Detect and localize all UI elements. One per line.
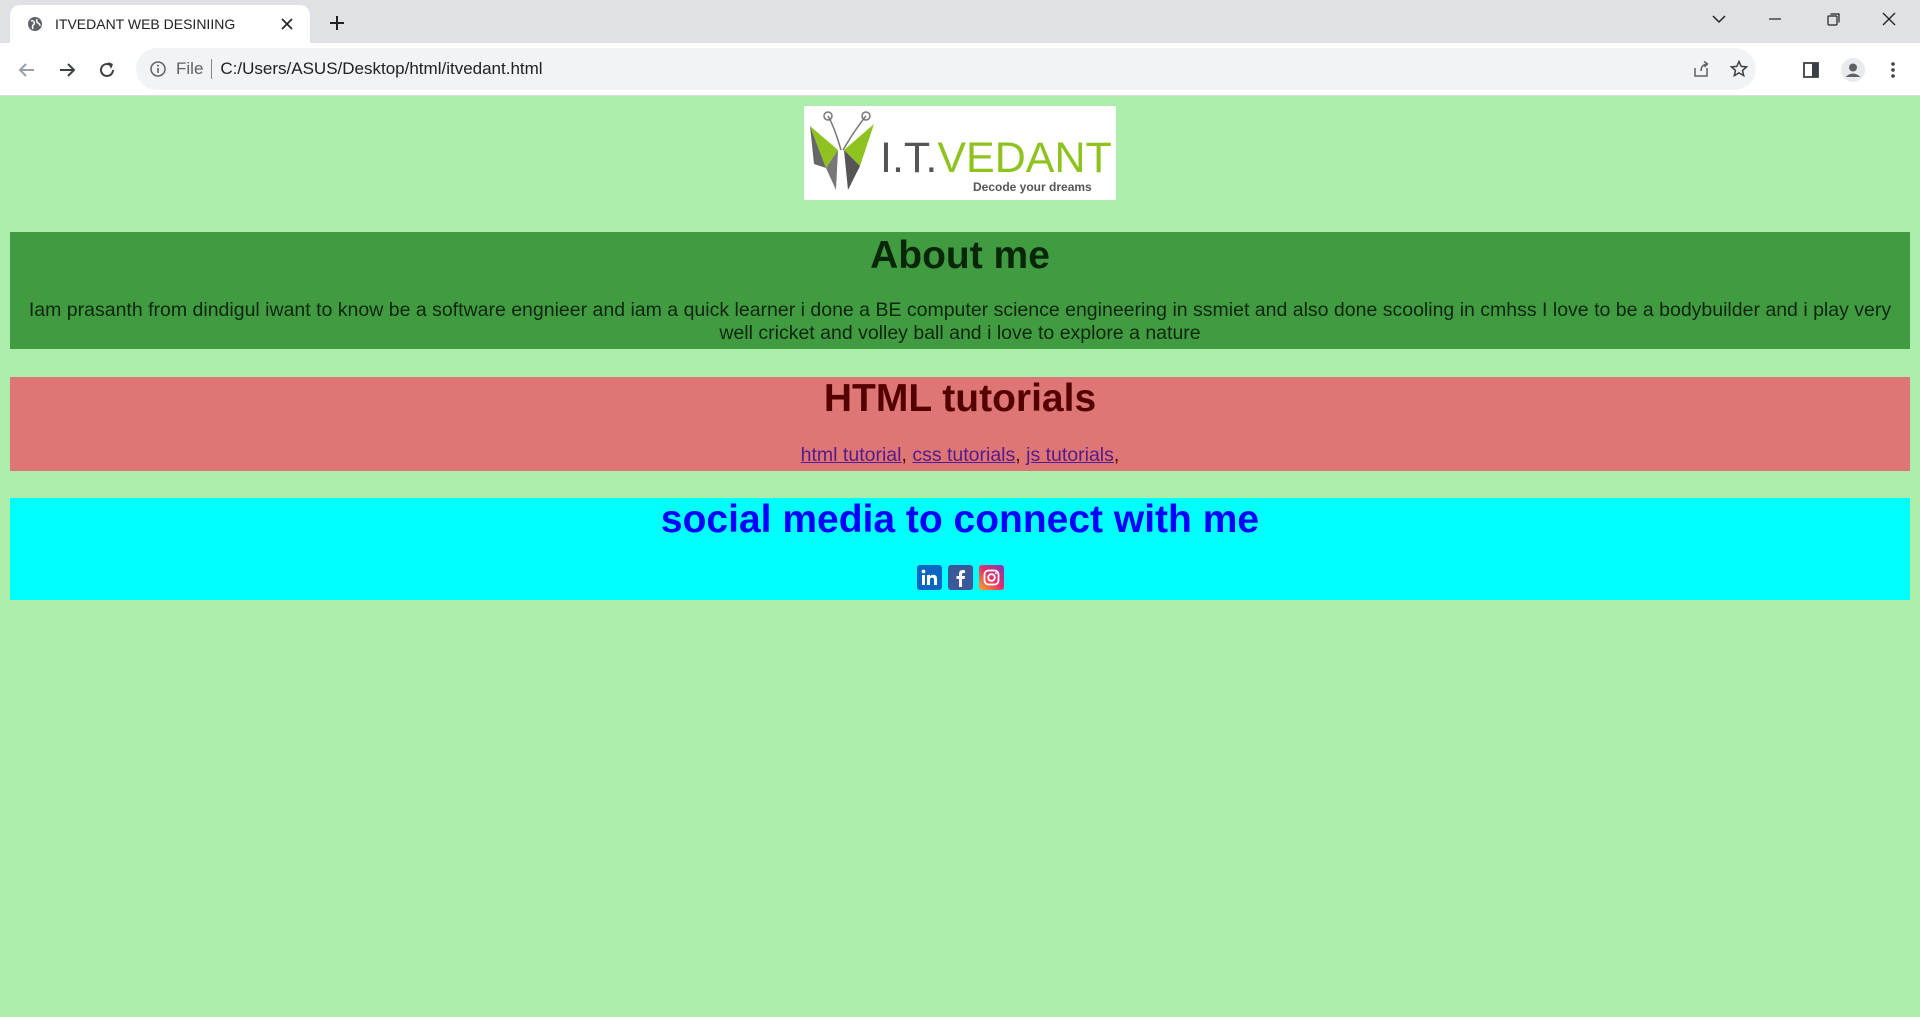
css-tutorials-link[interactable]: css tutorials — [912, 444, 1015, 466]
side-panel-icon[interactable] — [1794, 53, 1828, 87]
bookmark-star-icon[interactable] — [1722, 48, 1756, 90]
tutorials-heading: HTML tutorials — [823, 377, 1097, 420]
link-separator: , — [901, 443, 907, 466]
forward-arrow-icon[interactable] — [50, 53, 84, 87]
url-scheme-label: File — [176, 59, 204, 78]
more-menu-icon[interactable] — [1876, 53, 1910, 87]
tutorial-links: html tutorial, css tutorials, js tutoria… — [10, 444, 1910, 467]
minimize-icon[interactable] — [1748, 0, 1802, 38]
linkedin-icon[interactable] — [916, 564, 942, 590]
restore-icon[interactable] — [1806, 0, 1860, 38]
logo-it-text: I.T. — [880, 134, 938, 182]
browser-tab[interactable]: ITVEDANT WEB DESINIING — [10, 5, 310, 43]
facebook-icon[interactable] — [947, 564, 973, 590]
about-section: About me Iam prasanth from dindigul iwan… — [10, 232, 1910, 349]
link-separator: , — [1113, 443, 1120, 466]
close-window-icon[interactable] — [1862, 0, 1916, 38]
social-icons — [10, 564, 1910, 590]
instagram-icon[interactable] — [978, 564, 1004, 590]
reload-icon[interactable] — [90, 53, 124, 87]
new-tab-button[interactable] — [323, 9, 351, 37]
info-icon[interactable] — [148, 59, 168, 79]
about-paragraph: Iam prasanth from dindigul iwant to know… — [28, 298, 1892, 344]
tutorials-section: HTML tutorials html tutorial, css tutori… — [10, 377, 1910, 471]
link-separator: , — [1015, 443, 1021, 466]
globe-icon — [25, 14, 45, 34]
about-heading: About me — [870, 234, 1050, 277]
butterfly-icon — [810, 111, 874, 190]
close-tab-icon[interactable] — [276, 13, 298, 35]
tab-title: ITVEDANT WEB DESINIING — [55, 16, 236, 32]
logo-vedant-text: VEDANT — [937, 134, 1112, 182]
profile-avatar-icon[interactable] — [1836, 53, 1870, 87]
logo-tagline: Decode your dreams — [973, 180, 1092, 194]
url-text[interactable]: C:/Users/ASUS/Desktop/html/itvedant.html — [220, 59, 542, 79]
itvedant-logo: I.T.VEDANT Decode your dreams — [804, 106, 1116, 200]
url-separator — [211, 59, 213, 79]
share-icon[interactable] — [1684, 48, 1718, 90]
page-viewport: I.T.VEDANT Decode your dreams About me I… — [0, 96, 1920, 1017]
logo-wordmark: I.T.VEDANT — [880, 134, 1112, 183]
html-tutorial-link[interactable]: html tutorial — [801, 444, 902, 466]
back-arrow-icon[interactable] — [10, 53, 44, 87]
tab-strip: ITVEDANT WEB DESINIING — [0, 0, 1920, 43]
js-tutorials-link[interactable]: js tutorials — [1026, 444, 1114, 466]
address-bar[interactable]: File C:/Users/ASUS/Desktop/html/itvedant… — [136, 48, 1756, 90]
browser-toolbar: File C:/Users/ASUS/Desktop/html/itvedant… — [0, 43, 1920, 96]
social-heading: social media to connect with me — [660, 498, 1260, 541]
social-section: social media to connect with me — [10, 498, 1910, 600]
tab-search-icon[interactable] — [1692, 0, 1746, 38]
